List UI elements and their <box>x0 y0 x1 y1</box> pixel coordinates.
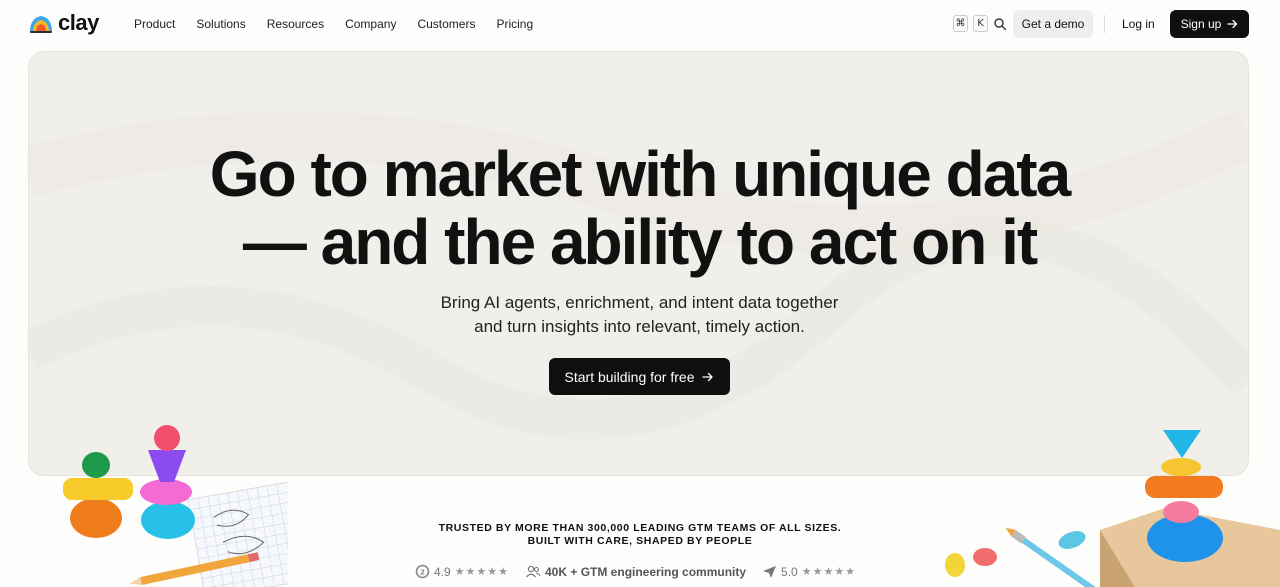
hero-section: Go to market with unique data — and the … <box>28 51 1249 476</box>
get-demo-button[interactable]: Get a demo <box>1013 10 1093 38</box>
g2-score: 4.9 <box>434 564 451 579</box>
logo-text: clay <box>58 10 99 35</box>
subtitle-line-1: Bring AI agents, enrichment, and intent … <box>440 293 839 312</box>
clay-logo-icon <box>30 16 52 33</box>
cmd-key: ⌘ <box>953 15 968 32</box>
main-menu: Product Solutions Resources Company Cust… <box>134 16 554 32</box>
trust-line-2: BUILT WITH CARE, SHAPED BY PEOPLE <box>527 535 753 547</box>
community-text: 40K + GTM engineering community <box>545 565 746 579</box>
login-link[interactable]: Log in <box>1122 16 1155 32</box>
clay-stack-right-illustration <box>945 430 1280 587</box>
search-shortcut[interactable]: ⌘ K <box>953 15 1007 32</box>
users-icon <box>526 565 541 578</box>
start-building-button[interactable]: Start building for free <box>549 358 730 395</box>
capterra-score: 5.0 <box>781 564 798 579</box>
signup-label: Sign up <box>1180 17 1222 31</box>
clay-logo[interactable]: clay <box>28 12 99 34</box>
community-count: 40K + GTM engineering community <box>545 564 747 579</box>
svg-text:2: 2 <box>420 569 425 577</box>
hero-headline: Go to market with unique data — and the … <box>29 138 1248 278</box>
menu-item-company[interactable]: Company <box>345 16 396 32</box>
arrow-right-icon <box>702 372 714 381</box>
menu-item-solutions[interactable]: Solutions <box>196 16 245 32</box>
k-key: K <box>973 15 988 32</box>
menu-item-resources[interactable]: Resources <box>267 16 324 32</box>
arrow-right-icon <box>1227 19 1238 29</box>
signup-button[interactable]: Sign up <box>1170 10 1249 38</box>
nav-divider <box>1104 15 1105 33</box>
menu-item-pricing[interactable]: Pricing <box>496 16 533 32</box>
menu-item-product[interactable]: Product <box>134 16 175 32</box>
capterra-icon <box>763 565 777 578</box>
capterra-stars: ★★★★★ <box>801 565 857 578</box>
clay-stack-left-illustration <box>63 425 288 587</box>
trust-statement: TRUSTED BY MORE THAN 300,000 LEADING GTM… <box>0 522 1280 548</box>
trust-line-1: TRUSTED BY MORE THAN 300,000 LEADING GTM… <box>438 522 842 534</box>
g2-stars: ★★★★★ <box>454 565 509 578</box>
subtitle-line-2: and turn insights into relevant, timely … <box>474 317 805 336</box>
community-stat: 40K + GTM engineering community <box>525 565 746 579</box>
search-icon[interactable] <box>993 17 1007 31</box>
ratings-bar: 2 4.9 ★★★★★ 40K + GTM engineering commun… <box>415 564 872 579</box>
top-nav: clay Product Solutions Resources Company… <box>0 0 1280 48</box>
g2-icon: 2 <box>415 564 430 579</box>
hero-subtitle: Bring AI agents, enrichment, and intent … <box>29 291 1248 339</box>
capterra-rating: 5.0 ★★★★★ <box>762 565 856 579</box>
menu-item-customers[interactable]: Customers <box>417 16 475 32</box>
headline-line-2: — and the ability to act on it <box>242 206 1038 278</box>
headline-line-1: Go to market with unique data <box>209 138 1071 210</box>
cta-label: Start building for free <box>564 368 695 385</box>
g2-rating: 2 4.9 ★★★★★ <box>415 564 509 579</box>
